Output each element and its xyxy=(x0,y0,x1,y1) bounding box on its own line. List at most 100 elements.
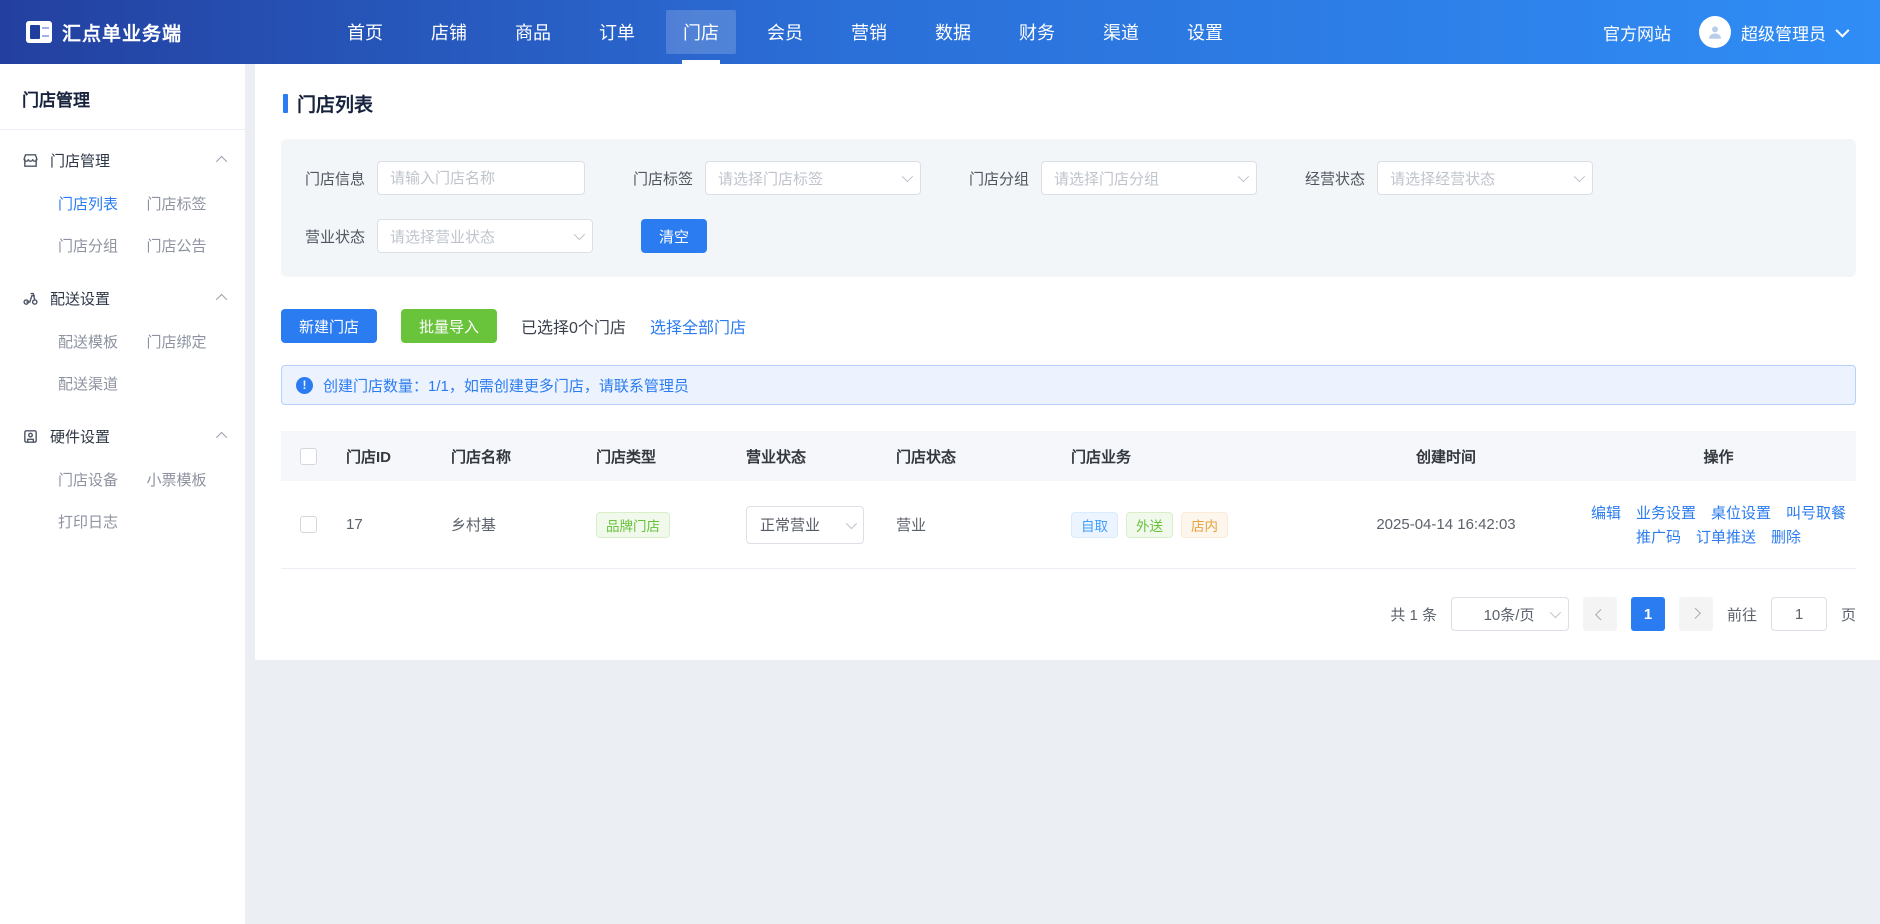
call-number-pickup-link[interactable]: 叫号取餐 xyxy=(1786,502,1846,523)
sidebar-item-receipt-templates[interactable]: 小票模板 xyxy=(147,460,236,502)
selected-count-text: 已选择0个门店 xyxy=(521,314,626,338)
row-checkbox[interactable] xyxy=(300,516,317,533)
sidebar-item-store-binding[interactable]: 门店绑定 xyxy=(147,322,236,364)
col-header-store-type: 门店类型 xyxy=(586,446,736,467)
promo-code-link[interactable]: 推广码 xyxy=(1636,526,1681,547)
nav-item-shop[interactable]: 店铺 xyxy=(414,10,484,54)
divider xyxy=(0,129,245,130)
delete-link[interactable]: 删除 xyxy=(1771,526,1801,547)
nav-item-home[interactable]: 首页 xyxy=(330,10,400,54)
nav-item-data[interactable]: 数据 xyxy=(918,10,988,54)
page-suffix-label: 页 xyxy=(1841,604,1856,625)
navbar-right: 官方网站 超级管理员 xyxy=(1603,16,1880,48)
nav-item-stores[interactable]: 门店 xyxy=(666,10,736,54)
page-title-row: 门店列表 xyxy=(283,90,1856,117)
select-value: 正常营业 xyxy=(760,514,846,535)
page-size-select[interactable]: 10条/页 xyxy=(1451,597,1569,631)
filter-business-status: 营业状态 请选择营业状态 xyxy=(305,219,593,253)
col-header-store-status: 门店状态 xyxy=(886,446,1061,467)
col-header-created-at: 创建时间 xyxy=(1311,446,1581,467)
filter-operating-status: 经营状态 请选择经营状态 xyxy=(1305,161,1593,195)
select-placeholder: 请选择门店分组 xyxy=(1054,168,1238,189)
storefront-icon xyxy=(22,151,40,169)
nav-item-orders[interactable]: 订单 xyxy=(582,10,652,54)
sidebar-item-store-notices[interactable]: 门店公告 xyxy=(147,226,236,268)
nav-item-finance[interactable]: 财务 xyxy=(1002,10,1072,54)
sidebar-item-print-logs[interactable]: 打印日志 xyxy=(58,502,147,544)
operating-status-select[interactable]: 请选择经营状态 xyxy=(1377,161,1593,195)
info-icon: ! xyxy=(296,377,313,394)
sidebar-item-delivery-channels[interactable]: 配送渠道 xyxy=(58,364,147,406)
store-group-select[interactable]: 请选择门店分组 xyxy=(1041,161,1257,195)
official-site-link[interactable]: 官方网站 xyxy=(1603,20,1671,45)
filter-label: 门店分组 xyxy=(969,168,1029,189)
created-at-cell: 2025-04-14 16:42:03 xyxy=(1311,516,1581,533)
nav-item-settings[interactable]: 设置 xyxy=(1170,10,1240,54)
service-tag-pickup: 自取 xyxy=(1071,512,1118,538)
brand-logo-icon xyxy=(26,21,52,43)
store-tag-select[interactable]: 请选择门店标签 xyxy=(705,161,921,195)
clear-filters-button[interactable]: 清空 xyxy=(641,219,707,253)
sidebar-group-items: 门店设备 小票模板 打印日志 xyxy=(0,460,245,550)
next-page-button[interactable] xyxy=(1679,597,1713,631)
sidebar-group-delivery-settings[interactable]: 配送设置 xyxy=(0,274,245,322)
chevron-down-icon xyxy=(1835,24,1849,38)
chevron-down-icon xyxy=(1238,171,1249,182)
filter-label: 门店信息 xyxy=(305,168,365,189)
col-header-business-status: 营业状态 xyxy=(736,446,886,467)
sidebar-group-items: 配送模板 门店绑定 配送渠道 xyxy=(0,322,245,412)
store-name-input[interactable] xyxy=(377,161,585,195)
pagination-total: 共 1 条 xyxy=(1390,604,1437,625)
table-settings-link[interactable]: 桌位设置 xyxy=(1711,502,1771,523)
nav-item-members[interactable]: 会员 xyxy=(750,10,820,54)
operations-cell: 编辑 业务设置 桌位设置 叫号取餐 推广码 订单推送 删除 xyxy=(1591,502,1846,547)
nav-item-channels[interactable]: 渠道 xyxy=(1086,10,1156,54)
sidebar-item-store-list[interactable]: 门店列表 xyxy=(58,184,147,226)
quota-info-banner: ! 创建门店数量：1/1，如需创建更多门店，请联系管理员 xyxy=(281,365,1856,405)
user-icon xyxy=(1706,23,1724,41)
sidebar-title: 门店管理 xyxy=(0,86,245,129)
hardware-device-icon xyxy=(22,427,40,445)
table-header-row: 门店ID 门店名称 门店类型 营业状态 门店状态 门店业务 创建时间 操作 xyxy=(281,431,1856,481)
select-all-checkbox[interactable] xyxy=(300,448,317,465)
sidebar: 门店管理 门店管理 门店列表 门店标签 门店分组 门店公告 配送设置 xyxy=(0,64,245,924)
business-settings-link[interactable]: 业务设置 xyxy=(1636,502,1696,523)
banner-text: 创建门店数量：1/1，如需创建更多门店，请联系管理员 xyxy=(323,375,689,396)
nav-item-goods[interactable]: 商品 xyxy=(498,10,568,54)
chevron-down-icon xyxy=(902,171,913,182)
col-header-operations: 操作 xyxy=(1581,446,1856,467)
select-all-stores-link[interactable]: 选择全部门店 xyxy=(650,314,746,338)
store-list-card: 门店列表 门店信息 门店标签 请选择门店标签 xyxy=(255,64,1880,660)
nav-item-marketing[interactable]: 营销 xyxy=(834,10,904,54)
select-placeholder: 请选择经营状态 xyxy=(1390,168,1574,189)
prev-page-button[interactable] xyxy=(1583,597,1617,631)
page-number-1[interactable]: 1 xyxy=(1631,597,1665,631)
delivery-scooter-icon xyxy=(22,289,40,307)
table-row: 17 乡村基 品牌门店 正常营业 营业 自取 外送 店内 xyxy=(281,481,1856,569)
chevron-right-icon xyxy=(1690,608,1701,619)
sidebar-item-store-groups[interactable]: 门店分组 xyxy=(58,226,147,268)
business-status-select[interactable]: 请选择营业状态 xyxy=(377,219,593,253)
create-store-button[interactable]: 新建门店 xyxy=(281,309,377,343)
main-nav: 首页 店铺 商品 订单 门店 会员 营销 数据 财务 渠道 设置 xyxy=(330,0,1240,64)
filter-label: 营业状态 xyxy=(305,226,365,247)
chevron-down-icon xyxy=(1574,171,1585,182)
sidebar-item-delivery-templates[interactable]: 配送模板 xyxy=(58,322,147,364)
store-services-cell: 自取 外送 店内 xyxy=(1061,512,1311,538)
goto-page-input[interactable] xyxy=(1771,597,1827,631)
sidebar-group-hardware-settings[interactable]: 硬件设置 xyxy=(0,412,245,460)
sidebar-group-label: 配送设置 xyxy=(50,288,219,309)
chevron-down-icon xyxy=(574,229,585,240)
top-navbar: 汇点单业务端 首页 店铺 商品 订单 门店 会员 营销 数据 财务 渠道 设置 … xyxy=(0,0,1880,64)
chevron-left-icon xyxy=(1595,609,1606,620)
order-push-link[interactable]: 订单推送 xyxy=(1696,526,1756,547)
edit-link[interactable]: 编辑 xyxy=(1591,502,1621,523)
business-status-row-select[interactable]: 正常营业 xyxy=(746,506,864,544)
sidebar-group-store-management[interactable]: 门店管理 xyxy=(0,136,245,184)
service-tag-delivery: 外送 xyxy=(1126,512,1173,538)
sidebar-item-store-tags[interactable]: 门店标签 xyxy=(147,184,236,226)
title-accent-bar xyxy=(283,94,288,113)
batch-import-button[interactable]: 批量导入 xyxy=(401,309,497,343)
user-menu[interactable]: 超级管理员 xyxy=(1699,16,1846,48)
sidebar-item-store-devices[interactable]: 门店设备 xyxy=(58,460,147,502)
